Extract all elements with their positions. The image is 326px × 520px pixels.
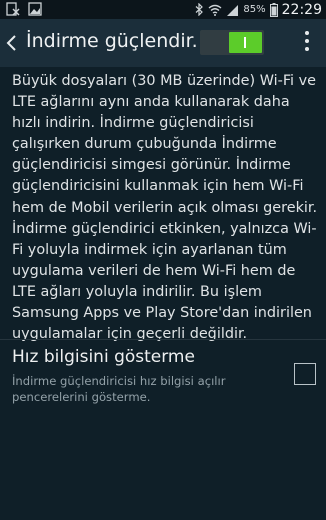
battery-icon: [269, 2, 278, 17]
battery-percentage: 85%: [243, 4, 266, 15]
wifi-icon: [208, 4, 222, 16]
signal-icon: [226, 4, 239, 16]
image-icon: [28, 2, 42, 16]
page-title: İndirme güçlendir..: [26, 30, 196, 52]
download-booster-toggle[interactable]: [200, 30, 264, 55]
setting-row-speed-info[interactable]: Hız bilgisini gösterme İndirme güçlendir…: [0, 340, 326, 410]
bluetooth-icon: [194, 3, 204, 16]
toggle-thumb: [229, 32, 262, 53]
setting-subtitle: İndirme güçlendiricisi hız bilgisi açılı…: [12, 374, 226, 404]
system-tray: 85% 22:29: [194, 0, 322, 19]
back-button[interactable]: [4, 29, 20, 57]
status-bar: 85% 22:29: [0, 0, 326, 19]
action-bar: İndirme güçlendir..: [0, 19, 326, 67]
more-options-button[interactable]: [304, 31, 310, 55]
notification-icons: [6, 2, 42, 16]
speed-info-checkbox[interactable]: [294, 363, 316, 385]
chevron-left-icon: [6, 35, 16, 51]
feature-description: Büyük dosyaları (30 MB üzerinde) Wi-Fi v…: [12, 73, 318, 343]
overflow-dot-icon: [305, 47, 309, 51]
clock: 22:29: [281, 1, 322, 18]
file-x-icon: [6, 2, 20, 16]
overflow-dot-icon: [305, 39, 309, 43]
overflow-dot-icon: [305, 31, 309, 35]
setting-title: Hız bilgisini gösterme: [12, 347, 195, 367]
